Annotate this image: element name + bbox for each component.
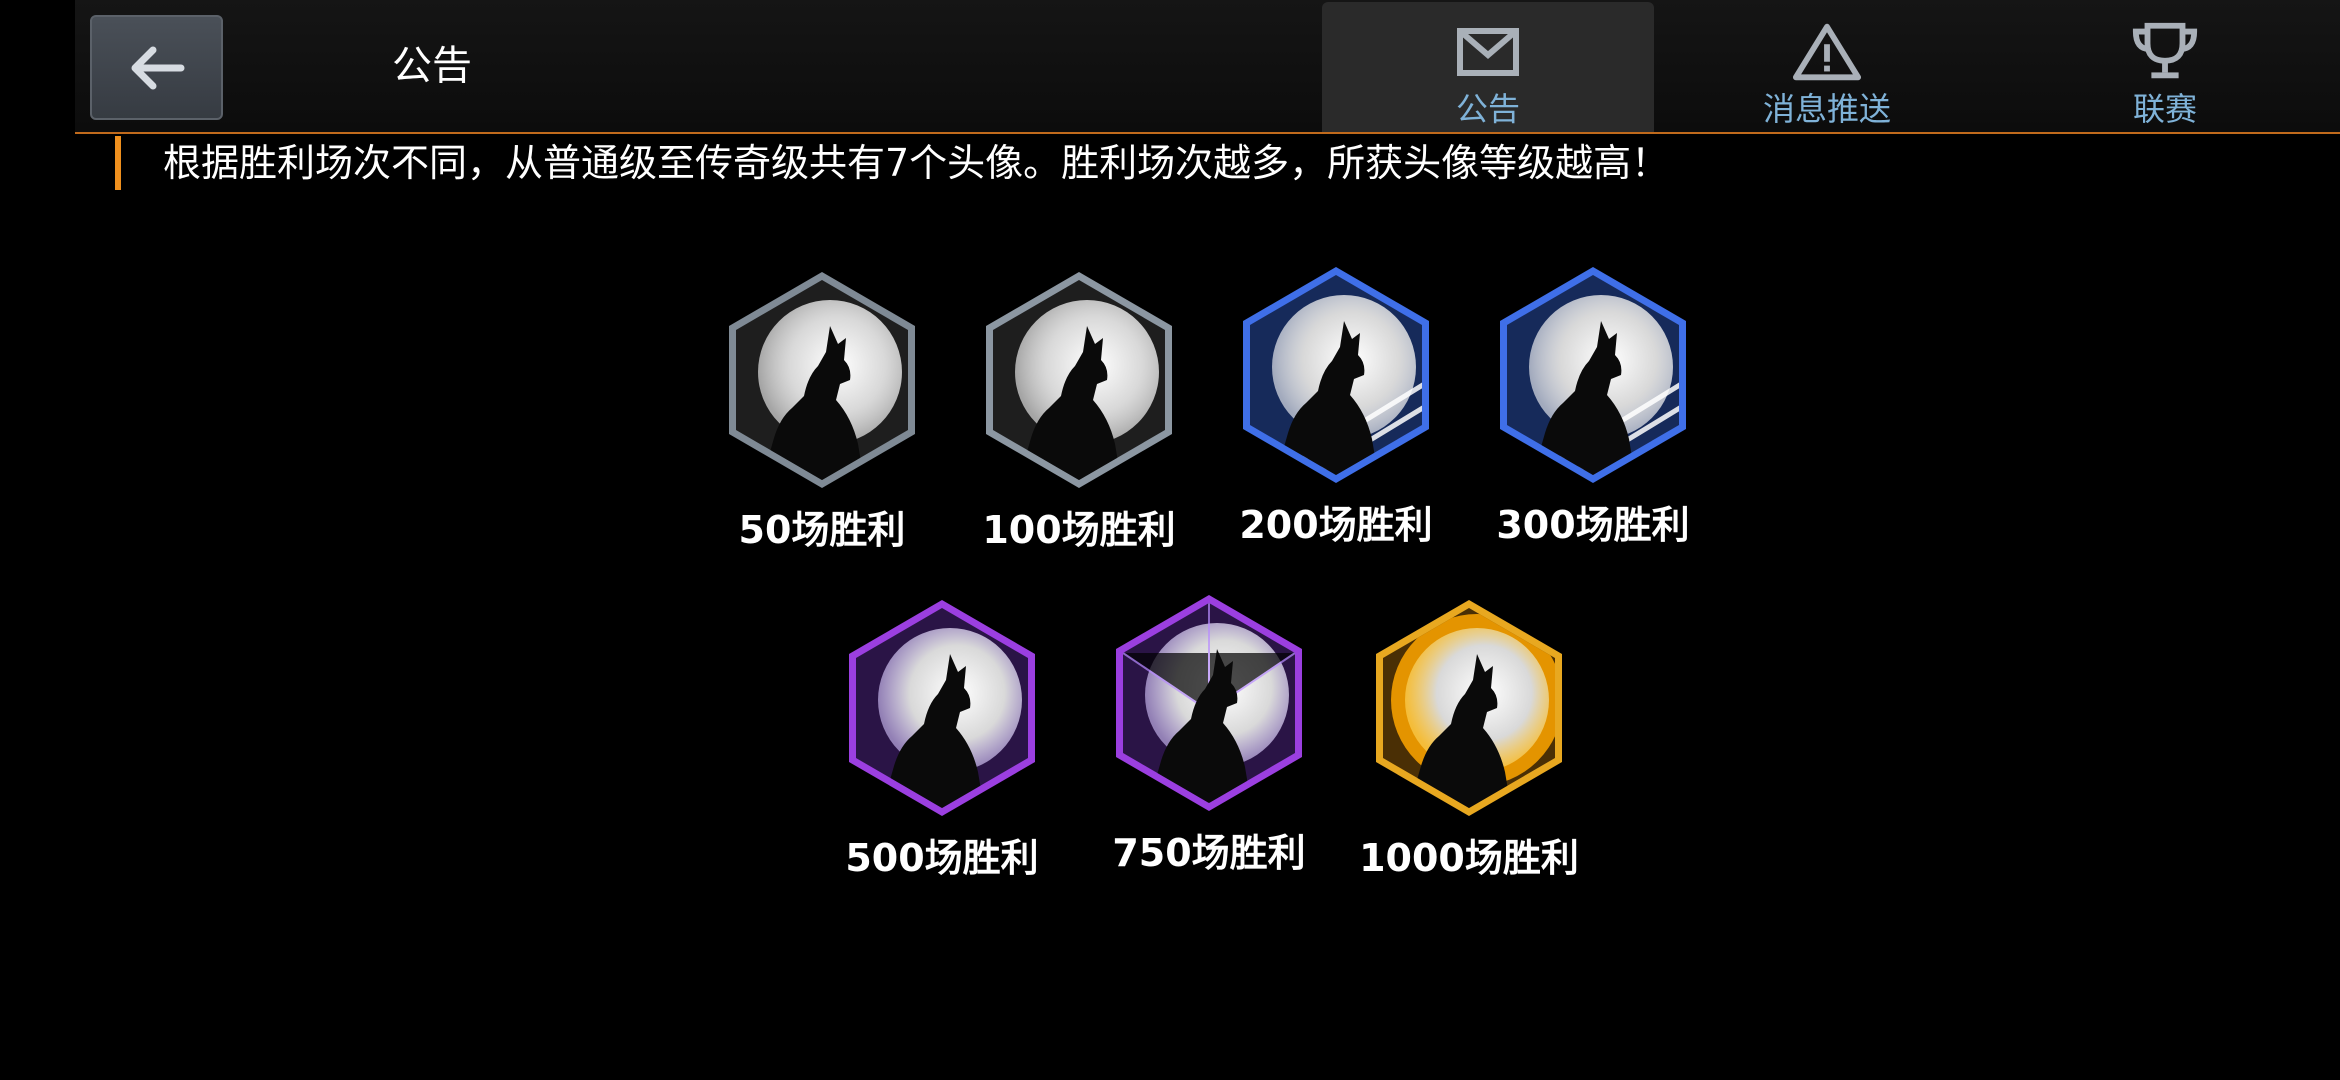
warning-icon (1792, 20, 1862, 84)
tab-label: 消息推送 (1762, 90, 1891, 128)
avatar-badge: 200场胜利 (1216, 263, 1456, 549)
badge-label: 100场胜利 (982, 508, 1176, 552)
wolf-avatar-icon (1376, 600, 1562, 816)
notice-text: 根据胜利场次不同，从普通级至传奇级共有7个头像。胜利场次越多，所获头像等级越高！ (115, 136, 1669, 190)
trophy-icon (2130, 20, 2200, 84)
badge-label: 300场胜利 (1496, 503, 1690, 547)
avatar-badge: 750场胜利 (1089, 591, 1329, 877)
avatar-badge: 300场胜利 (1473, 263, 1713, 549)
wolf-avatar-icon (849, 600, 1035, 816)
avatar-badge: 50场胜利 (702, 268, 942, 554)
mail-icon (1453, 20, 1523, 84)
wolf-avatar-icon (1116, 595, 1302, 811)
top-bar: 公告 公告 消息推送 联赛 (75, 0, 2340, 134)
tab-league[interactable]: 联赛 (1999, 2, 2331, 132)
badge-label: 1000场胜利 (1359, 836, 1579, 880)
tab-label: 联赛 (2132, 90, 2197, 128)
app-screen: 公告 公告 消息推送 联赛 根据胜利场次不同，从普通级至传奇级共有7个头像。胜利… (0, 0, 2340, 1080)
tab-announcement[interactable]: 公告 (1322, 2, 1654, 132)
avatar-badge: 500场胜利 (822, 596, 1062, 882)
tab-label: 公告 (1455, 90, 1520, 128)
tab-push-messages[interactable]: 消息推送 (1661, 2, 1993, 132)
wolf-avatar-icon (729, 272, 915, 488)
avatar-badge: 1000场胜利 (1349, 596, 1589, 882)
wolf-avatar-icon (1500, 267, 1686, 483)
back-arrow-icon (131, 46, 184, 89)
badge-label: 50场胜利 (738, 508, 906, 552)
wolf-avatar-icon (986, 272, 1172, 488)
page-title: 公告 (392, 43, 472, 89)
badge-label: 200场胜利 (1239, 503, 1433, 547)
badge-label: 750场胜利 (1112, 831, 1306, 875)
wolf-avatar-icon (1243, 267, 1429, 483)
avatar-badge: 100场胜利 (959, 268, 1199, 554)
badge-label: 500场胜利 (845, 836, 1039, 880)
back-button[interactable] (90, 15, 223, 120)
